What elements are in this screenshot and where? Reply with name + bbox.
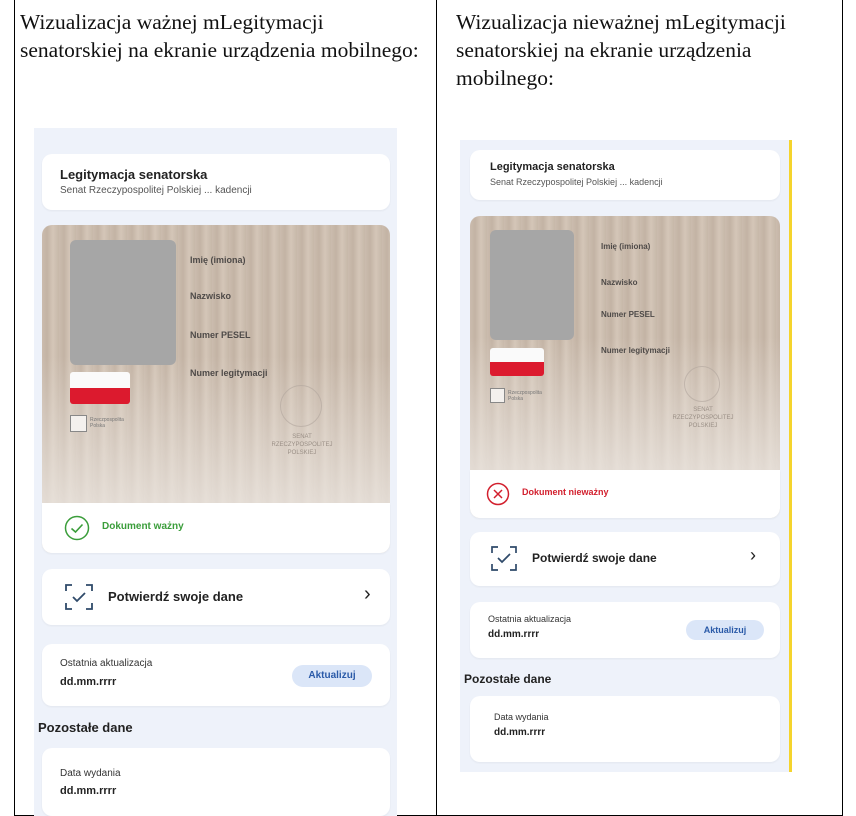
last-update-value: dd.mm.rrrr [60,676,117,688]
card-watermark: SENAT RZECZYPOSPOLITEJ POLSKIEJ [271,434,333,456]
scan-frame-icon [491,546,517,571]
issue-date-label: Data wydania [60,768,121,779]
field-id-number: Numer legitymacji [190,368,268,378]
seal-icon [280,385,322,427]
document-subtitle: Senat Rzeczypospolitej Polskiej ... kade… [490,177,663,187]
eagle-emblem-icon [70,415,87,432]
field-surname: Nazwisko [190,291,232,301]
confirm-data-label: Potwierdź swoje dane [108,589,244,604]
polish-flag-icon [70,372,130,404]
issue-date-value: dd.mm.rrrr [60,785,117,797]
issue-date-value: dd.mm.rrrr [494,727,546,738]
field-surname: Nazwisko [601,278,638,287]
issue-date-card: Data wydania dd.mm.rrrr [42,748,390,816]
photo-placeholder [70,240,176,365]
update-button[interactable]: Aktualizuj [686,620,764,640]
confirm-data-label: Potwierdź swoje dane [532,551,657,565]
polish-flag-icon [490,348,544,376]
status-bar: Dokument nieważny [470,470,780,518]
emblem-caption: Rzeczpospolita Polska [508,390,542,402]
phone-screen-invalid: Legitymacja senatorska Senat Rzeczypospo… [460,140,790,772]
document-title: Legitymacja senatorska [490,161,615,173]
status-invalid-text: Dokument nieważny [522,487,609,497]
issue-date-label: Data wydania [494,712,549,722]
scan-frame-icon [65,584,93,610]
heading-valid: Wizualizacja ważnej mLegitymacji senator… [20,10,419,62]
last-update-value: dd.mm.rrrr [488,629,540,640]
document-title: Legitymacja senatorska [60,167,208,182]
field-first-names: Imię (imiona) [601,242,651,251]
emblem-caption: Rzeczpospolita Polska [90,417,124,429]
other-data-heading: Pozostałe dane [38,720,133,735]
other-data-heading: Pozostałe dane [464,672,552,686]
heading-invalid: Wizualizacja nieważnej mLegitymacji sena… [456,10,786,90]
eagle-emblem-icon [490,388,505,403]
document-header-card[interactable]: Legitymacja senatorska Senat Rzeczypospo… [470,150,780,200]
field-pesel: Numer PESEL [190,330,251,340]
check-circle-icon [64,515,90,541]
document-subtitle: Senat Rzeczypospolitej Polskiej ... kade… [60,185,252,196]
seal-icon [684,366,720,402]
status-valid-text: Dokument ważny [102,521,184,532]
confirm-data-button[interactable]: Potwierdź swoje dane › [42,569,390,625]
field-id-number: Numer legitymacji [601,346,670,355]
chevron-right-icon: › [750,545,756,565]
last-update-label: Ostatnia aktualizacja [488,614,572,624]
card-watermark: SENAT RZECZYPOSPOLITEJ POLSKIEJ [672,407,734,429]
last-update-label: Ostatnia aktualizacja [60,658,153,669]
field-first-names: Imię (imiona) [190,255,246,265]
field-pesel: Numer PESEL [601,310,655,319]
last-update-card: Ostatnia aktualizacja dd.mm.rrrr Aktuali… [470,602,780,658]
photo-placeholder [490,230,574,340]
status-bar: Dokument ważny [42,503,390,553]
update-button[interactable]: Aktualizuj [292,665,372,687]
last-update-card: Ostatnia aktualizacja dd.mm.rrrr Aktuali… [42,644,390,706]
chevron-right-icon: › [364,583,371,605]
phone-screen-valid: Legitymacja senatorska Senat Rzeczypospo… [34,128,397,816]
issue-date-card: Data wydania dd.mm.rrrr [470,696,780,762]
x-circle-icon [486,482,510,506]
column-divider [436,0,437,816]
confirm-data-button[interactable]: Potwierdź swoje dane › [470,532,780,586]
screen-edge-highlight [789,140,792,772]
document-header-card[interactable]: Legitymacja senatorska Senat Rzeczypospo… [42,154,390,210]
